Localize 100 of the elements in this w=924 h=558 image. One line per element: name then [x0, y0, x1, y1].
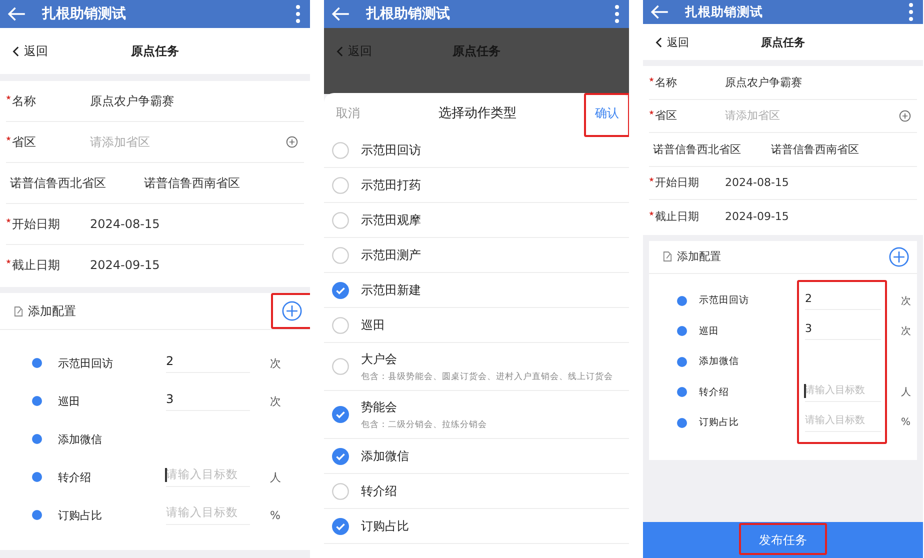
bullet-icon	[32, 472, 42, 482]
option-note: 包含：二级分销会、拉练分销会	[361, 418, 487, 430]
bullet-icon	[32, 358, 42, 368]
unit-label: 次	[900, 325, 912, 338]
bullet-icon	[677, 296, 687, 306]
back-chevron-icon[interactable]	[655, 36, 662, 48]
page-title: 原点任务	[131, 42, 179, 60]
back-link[interactable]: 返回	[655, 34, 689, 50]
action-label: 添加微信	[699, 355, 740, 368]
field-value: 2024-08-15	[90, 217, 161, 231]
province-tag: 诺普信鲁西南省区	[771, 142, 859, 157]
action-label: 巡田	[58, 394, 81, 408]
action-label: 转介绍	[58, 470, 92, 484]
bullet-icon	[32, 510, 42, 520]
unchecked-circle-icon[interactable]	[332, 212, 349, 228]
more-menu-icon[interactable]	[615, 5, 619, 23]
unchecked-circle-icon[interactable]	[332, 246, 349, 264]
bullet-icon	[677, 326, 687, 336]
field-label: 开始日期	[12, 216, 60, 232]
document-icon	[663, 251, 672, 262]
add-icon[interactable]	[286, 136, 298, 148]
option-label[interactable]: 转介绍	[361, 482, 397, 500]
unchecked-circle-icon[interactable]	[332, 482, 349, 500]
field-value: 原点农户争霸赛	[90, 92, 175, 110]
unit-label: 次	[269, 394, 282, 408]
unit-label: 次	[900, 294, 912, 308]
option-label[interactable]: 添加微信	[361, 448, 409, 464]
back-link[interactable]: 返回	[12, 42, 48, 60]
app-title: 扎根助销测试	[42, 5, 127, 23]
option-label[interactable]: 大户会	[361, 350, 613, 368]
target-input[interactable]: 2	[805, 292, 881, 310]
bullet-icon	[677, 387, 687, 398]
option-label[interactable]: 示范田新建	[361, 282, 421, 298]
option-label[interactable]: 示范田测产	[361, 246, 421, 264]
province-tag: 诺普信鲁西北省区	[10, 174, 106, 192]
section-title: 添加配置	[677, 249, 722, 264]
back-chevron-icon[interactable]	[12, 46, 19, 56]
option-label[interactable]: 订购占比	[361, 518, 409, 534]
action-label: 巡田	[699, 324, 720, 338]
option-label[interactable]: 示范田打药	[361, 176, 421, 194]
field-value: 2024-08-15	[725, 176, 790, 190]
field-label: 名称	[655, 74, 677, 90]
app-title: 扎根助销测试	[685, 4, 764, 20]
field-label: 截止日期	[12, 256, 60, 274]
unit-label: 人	[269, 470, 282, 484]
confirm-button[interactable]: 确认	[595, 104, 619, 122]
province-tag: 诺普信鲁西北省区	[653, 142, 741, 157]
unchecked-circle-icon[interactable]	[332, 176, 349, 194]
field-label: 名称	[12, 92, 36, 110]
action-label: 转介绍	[699, 386, 730, 399]
option-note: 包含：县级势能会、圆桌订货会、进村入户直销会、线上订货会	[361, 370, 613, 382]
back-arrow-icon[interactable]	[8, 7, 26, 21]
bullet-icon	[32, 434, 42, 444]
field-value: 2024-09-15	[725, 210, 790, 223]
field-label: 省区	[655, 108, 677, 124]
page-title: 原点任务	[761, 34, 805, 50]
back-arrow-icon[interactable]	[651, 5, 669, 19]
checked-icon[interactable]	[332, 518, 349, 534]
unchecked-circle-icon[interactable]	[332, 142, 349, 158]
add-icon[interactable]	[899, 110, 911, 122]
bullet-icon	[32, 396, 42, 406]
target-input[interactable]: 2	[166, 354, 250, 372]
action-label: 订购占比	[58, 508, 103, 522]
action-label: 示范田回访	[699, 294, 750, 308]
sheet-title: 选择动作类型	[438, 105, 518, 122]
bullet-icon	[677, 356, 687, 367]
unchecked-circle-icon[interactable]	[332, 358, 349, 375]
back-arrow-icon[interactable]	[332, 7, 350, 21]
more-menu-icon[interactable]	[296, 5, 300, 23]
unit-label: 人	[900, 386, 912, 400]
add-button[interactable]	[889, 246, 909, 266]
unit-label: %	[269, 508, 282, 522]
publish-button[interactable]: 发布任务	[759, 532, 807, 548]
action-label: 添加微信	[58, 432, 103, 446]
action-label: 订购占比	[699, 416, 740, 430]
unchecked-circle-icon[interactable]	[332, 316, 349, 334]
target-input[interactable]: 3	[805, 322, 881, 340]
section-title: 添加配置	[28, 302, 77, 320]
target-input[interactable]: 3	[166, 392, 250, 410]
add-button[interactable]	[282, 301, 302, 321]
checked-icon[interactable]	[332, 282, 349, 298]
unit-label: %	[900, 417, 912, 428]
document-icon	[14, 306, 23, 316]
field-value: 原点农户争霸赛	[725, 74, 803, 90]
province-tag: 诺普信鲁西南省区	[144, 174, 240, 192]
option-label[interactable]: 巡田	[361, 316, 385, 334]
field-value: 2024-09-15	[90, 258, 161, 272]
option-label[interactable]: 示范田回访	[361, 142, 421, 158]
field-label: 开始日期	[655, 175, 699, 190]
field-label: 截止日期	[655, 208, 699, 224]
option-label[interactable]: 势能会	[361, 398, 487, 416]
bullet-icon	[677, 418, 687, 428]
option-label[interactable]: 示范田观摩	[361, 212, 421, 228]
field-label: 省区	[12, 134, 36, 150]
action-label: 示范田回访	[58, 356, 114, 370]
app-title: 扎根助销测试	[366, 5, 451, 23]
checked-icon[interactable]	[332, 448, 349, 464]
checked-icon[interactable]	[332, 406, 349, 423]
unit-label: 次	[269, 356, 282, 370]
more-menu-icon[interactable]	[909, 3, 913, 21]
